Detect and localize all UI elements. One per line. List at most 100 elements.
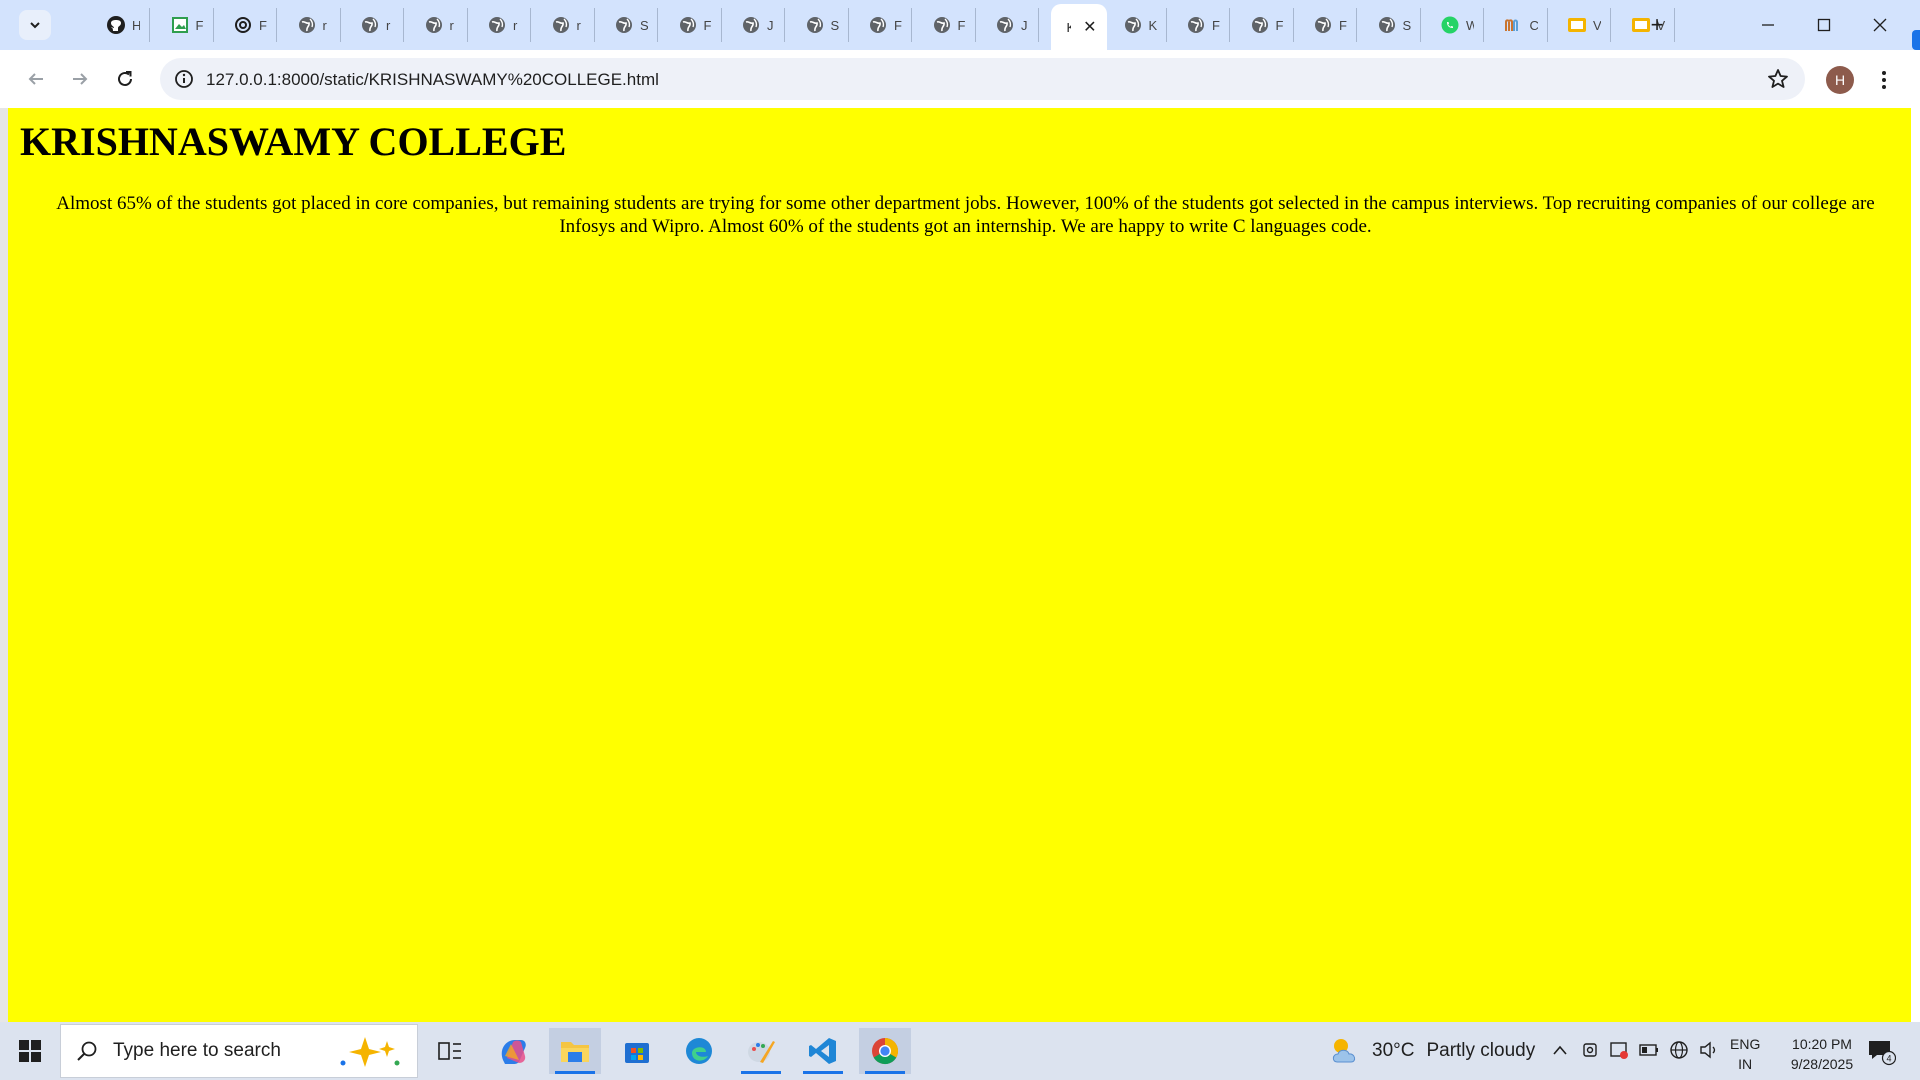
slides-icon (1567, 15, 1587, 35)
globe-icon (1250, 15, 1270, 35)
globe-icon (1377, 15, 1397, 35)
tab-title: F (703, 17, 712, 33)
browser-tab[interactable]: F (162, 8, 214, 42)
browser-tab[interactable]: F (1178, 8, 1230, 42)
browser-tab[interactable]: H (98, 8, 150, 42)
reload-icon (118, 71, 132, 86)
browser-tab[interactable]: K (1115, 8, 1167, 42)
browser-tab[interactable]: r (543, 8, 595, 42)
tab-title: K (1066, 19, 1072, 35)
tab-title: F (894, 17, 902, 33)
tray-security-button[interactable] (1607, 1038, 1631, 1062)
browser-tab[interactable]: F (860, 8, 912, 42)
arrow-right-icon (73, 73, 88, 85)
whatsapp-icon (1440, 15, 1460, 35)
m-logo-icon (1504, 15, 1524, 35)
side-panel-accent (1912, 30, 1920, 50)
tab-title: F (195, 17, 204, 33)
tab-title: C (1529, 17, 1538, 33)
globe-icon (741, 15, 761, 35)
close-window-button[interactable] (1852, 0, 1908, 50)
tray-battery-button[interactable] (1637, 1038, 1661, 1062)
browser-tab[interactable]: r (352, 8, 404, 42)
task-view-button[interactable] (424, 1028, 476, 1074)
globe-icon (1123, 15, 1143, 35)
maximize-icon (1817, 18, 1831, 32)
tab-title: J (767, 17, 774, 33)
tray-network-button[interactable] (1667, 1038, 1691, 1062)
system-clock[interactable]: 10:20 PM 9/28/2025 (1772, 1034, 1872, 1074)
browser-tab[interactable]: r (289, 8, 341, 42)
browser-tab[interactable]: F (670, 8, 722, 42)
windows-taskbar: Type here to search 30°C Partly cloudy E… (0, 1022, 1920, 1080)
browser-tab[interactable]: V (1559, 8, 1611, 42)
browser-tab[interactable]: J (987, 8, 1039, 42)
browser-tab[interactable]: J (733, 8, 785, 42)
tray-volume-button[interactable] (1697, 1038, 1721, 1062)
browser-tab[interactable]: S (1369, 8, 1421, 42)
globe-icon (1670, 1041, 1688, 1059)
site-info-icon[interactable] (174, 69, 194, 89)
clock-date: 9/28/2025 (1790, 1056, 1854, 1072)
browser-menu-icon[interactable] (1872, 66, 1896, 94)
notification-icon: 4 (1869, 1041, 1897, 1066)
maximize-button[interactable] (1796, 0, 1852, 50)
browser-tab[interactable]: C (1496, 8, 1548, 42)
browser-tab[interactable]: F (225, 8, 277, 42)
speaker-icon (1700, 1041, 1716, 1059)
profile-avatar[interactable]: H (1826, 66, 1854, 94)
tab-title: F (1212, 17, 1220, 33)
tab-title: r (576, 17, 581, 33)
paint-app-button[interactable] (735, 1028, 787, 1074)
globe-icon (424, 15, 444, 35)
globe-icon (868, 15, 888, 35)
tray-camera-button[interactable] (1578, 1038, 1602, 1062)
show-hidden-icons-button[interactable] (1548, 1038, 1572, 1062)
window-right-edge (1911, 108, 1920, 1022)
browser-tab[interactable]: r (416, 8, 468, 42)
tab-search-button[interactable] (19, 10, 51, 40)
taskbar-search-box[interactable]: Type here to search (60, 1024, 418, 1078)
weather-temperature: 30°C (1372, 1040, 1415, 1061)
forward-button[interactable] (63, 62, 97, 96)
clock-time: 10:20 PM (1792, 1036, 1852, 1052)
copilot-button[interactable] (487, 1028, 539, 1074)
chevron-down-icon (30, 22, 40, 29)
browser-tab[interactable]: S (606, 8, 658, 42)
bookmark-star-icon[interactable] (1767, 68, 1789, 90)
browser-tab[interactable]: S (797, 8, 849, 42)
input-language[interactable]: ENG IN (1730, 1034, 1760, 1074)
browser-tab[interactable]: F (1305, 8, 1357, 42)
vscode-button[interactable] (797, 1028, 849, 1074)
browser-tab[interactable]: r (479, 8, 531, 42)
camera-icon (1583, 1043, 1597, 1057)
browser-tab[interactable]: F (1242, 8, 1294, 42)
new-tab-button[interactable]: + (1644, 12, 1670, 38)
globe-icon (1186, 15, 1206, 35)
notification-center-button[interactable]: 4 (1866, 1036, 1897, 1066)
weather-widget[interactable]: 30°C Partly cloudy (1328, 1034, 1535, 1068)
browser-tab[interactable]: F (924, 8, 976, 42)
chrome-button[interactable] (859, 1028, 911, 1074)
edge-browser-button[interactable] (673, 1028, 725, 1074)
vscode-icon (809, 1038, 836, 1064)
address-bar[interactable]: 127.0.0.1:8000/static/KRISHNASWAMY%20COL… (160, 58, 1805, 100)
weather-condition: Partly cloudy (1426, 1040, 1536, 1061)
start-button[interactable] (10, 1034, 50, 1068)
page-viewport: KRISHNASWAMY COLLEGE Almost 65% of the s… (8, 108, 1911, 1022)
browser-tab[interactable]: W (1432, 8, 1484, 42)
minimize-button[interactable] (1740, 0, 1796, 50)
back-button[interactable] (19, 62, 53, 96)
tab-title: S (830, 17, 839, 33)
tab-title: F (957, 17, 966, 33)
microsoft-store-button[interactable] (611, 1028, 663, 1074)
chevron-up-icon (1553, 1045, 1567, 1055)
url-text[interactable]: 127.0.0.1:8000/static/KRISHNASWAMY%20COL… (206, 70, 659, 90)
file-explorer-button[interactable] (549, 1028, 601, 1074)
tab-active[interactable]: K ✕ (1050, 4, 1107, 50)
security-alert-icon (1610, 1042, 1628, 1059)
globe-icon (995, 15, 1015, 35)
arrow-left-icon (28, 73, 43, 85)
close-tab-icon[interactable]: ✕ (1083, 17, 1096, 37)
reload-button[interactable] (108, 62, 142, 96)
